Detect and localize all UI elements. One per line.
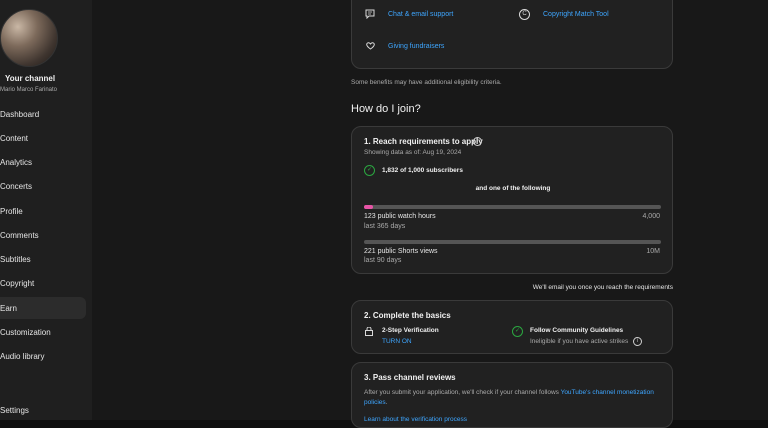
sidebar-item-copyright[interactable]: Copyright xyxy=(0,272,86,294)
sidebar-item-label: Copyright xyxy=(0,278,35,288)
sidebar-item-dashboard[interactable]: Dashboard xyxy=(0,103,86,125)
benefits-card: Chat & email support C Copyright Match T… xyxy=(351,0,673,69)
heart-hands-icon xyxy=(365,41,375,51)
sidebar-item-label: Content xyxy=(0,133,29,143)
sidebar-item-comments[interactable]: Comments xyxy=(0,224,86,246)
channel-reviews-title: 3. Pass channel reviews xyxy=(364,373,456,382)
check-icon: ✓ xyxy=(512,326,523,337)
email-note: We'll email you once you reach the requi… xyxy=(532,284,673,291)
eligibility-note: Some benefits may have additional eligib… xyxy=(351,79,502,86)
sidebar-item-label: Subtitles xyxy=(0,254,31,264)
giving-fundraisers-link[interactable]: Giving fundraisers xyxy=(388,43,444,50)
data-date-note: Showing data as of: Aug 19, 2024 xyxy=(364,149,462,156)
sidebar-item-label: Dashboard xyxy=(0,109,40,119)
lock-icon xyxy=(365,326,373,336)
chat-icon xyxy=(365,9,375,20)
watch-hours-progress-bar xyxy=(364,205,661,209)
shorts-views-target: 10M xyxy=(646,248,660,255)
copyright-match-tool-link[interactable]: Copyright Match Tool xyxy=(543,11,609,18)
sidebar: Your channel Mario Marco Farinato Dashbo… xyxy=(0,0,93,420)
check-icon: ✓ xyxy=(364,165,375,176)
requirements-card: 1. Reach requirements to apply i Showing… xyxy=(351,126,673,274)
sidebar-item-label: Comments xyxy=(0,230,39,240)
sidebar-item-label: Profile xyxy=(0,206,23,216)
watch-hours-label: 123 public watch hours xyxy=(364,213,436,220)
channel-name: Mario Marco Farinato xyxy=(0,87,58,93)
channel-title: Your channel xyxy=(5,74,56,83)
sidebar-item-customization[interactable]: Customization xyxy=(0,321,86,343)
watch-hours-progress-fill xyxy=(364,205,373,209)
shorts-views-label: 221 public Shorts views xyxy=(364,248,438,255)
sidebar-item-label: Audio library xyxy=(0,351,45,361)
sidebar-item-content[interactable]: Content xyxy=(0,127,86,149)
basics-card: 2. Complete the basics 2-Step Verificati… xyxy=(351,300,673,354)
subscriber-count: 1,832 of 1,000 subscribers xyxy=(382,167,463,174)
copyright-icon: C xyxy=(519,9,530,20)
sidebar-item-subtitles[interactable]: Subtitles xyxy=(0,248,86,270)
main-content: Chat & email support C Copyright Match T… xyxy=(92,0,768,428)
sidebar-item-label: Settings xyxy=(0,405,29,415)
monetization-policies-link-cont[interactable]: policies xyxy=(364,399,386,406)
two-step-verification-title: 2-Step Verification xyxy=(382,327,439,334)
join-heading: How do I join? xyxy=(351,103,421,115)
or-divider-text: and one of the following xyxy=(475,185,551,192)
sidebar-item-label: Earn xyxy=(0,303,17,313)
sidebar-item-profile[interactable]: Profile xyxy=(0,200,86,222)
channel-reviews-description: After you submit your application, we'll… xyxy=(364,388,664,408)
sidebar-item-earn[interactable]: Earn xyxy=(0,297,86,319)
sidebar-item-concerts[interactable]: Concerts xyxy=(0,175,86,197)
watch-hours-period: last 365 days xyxy=(364,223,406,230)
basics-title: 2. Complete the basics xyxy=(364,311,451,320)
sidebar-item-analytics[interactable]: Analytics xyxy=(0,151,86,173)
turn-on-button[interactable]: TURN ON xyxy=(382,338,412,345)
monetization-policies-link[interactable]: YouTube's channel monetization xyxy=(561,389,654,396)
shorts-views-period: last 90 days xyxy=(364,257,402,264)
chat-support-link[interactable]: Chat & email support xyxy=(388,11,453,18)
sidebar-item-label: Concerts xyxy=(0,181,33,191)
sidebar-item-label: Analytics xyxy=(0,157,33,167)
watch-hours-target: 4,000 xyxy=(642,213,660,220)
description-period: . xyxy=(385,399,388,406)
info-icon[interactable]: i xyxy=(473,137,482,146)
channel-reviews-card: 3. Pass channel reviews After you submit… xyxy=(351,362,673,428)
community-guidelines-title: Follow Community Guidelines xyxy=(530,327,624,334)
description-text: After you submit your application, we'll… xyxy=(364,389,561,396)
shorts-views-progress-bar xyxy=(364,240,661,244)
requirements-title: 1. Reach requirements to apply xyxy=(364,137,483,146)
sidebar-item-label: Customization xyxy=(0,327,51,337)
info-icon[interactable]: i xyxy=(633,337,642,346)
sidebar-item-audio-library[interactable]: Audio library xyxy=(0,345,86,367)
channel-avatar[interactable] xyxy=(0,9,58,67)
sidebar-item-settings[interactable]: Settings xyxy=(0,399,86,420)
community-guidelines-note: Ineligible if you have active strikes xyxy=(530,338,629,345)
